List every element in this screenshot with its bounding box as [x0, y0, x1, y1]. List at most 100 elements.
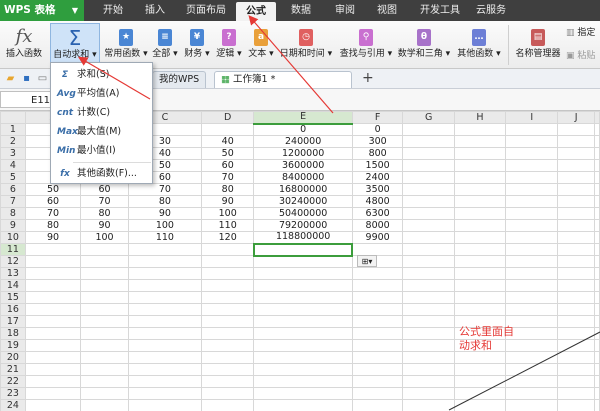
cell[interactable]	[402, 351, 455, 364]
cell[interactable]	[351, 291, 404, 304]
cell[interactable]	[127, 315, 202, 328]
cell[interactable]	[402, 279, 455, 292]
cell[interactable]	[80, 351, 129, 364]
cell[interactable]	[24, 303, 82, 316]
cell[interactable]	[253, 375, 353, 388]
row-header[interactable]: 17	[0, 315, 26, 328]
cell[interactable]	[453, 267, 507, 280]
cell[interactable]: 80	[127, 195, 202, 208]
cell[interactable]	[351, 363, 404, 376]
tab-page-layout[interactable]: 页面布局	[178, 0, 234, 21]
cell[interactable]	[557, 303, 595, 316]
row-header[interactable]: 22	[0, 375, 26, 388]
cell[interactable]	[594, 123, 600, 136]
print-icon[interactable]: ▭	[36, 72, 49, 85]
cell[interactable]	[24, 399, 82, 411]
cell[interactable]	[253, 303, 353, 316]
cell[interactable]	[402, 183, 455, 196]
column-header[interactable]: E	[253, 111, 353, 125]
cell[interactable]	[200, 291, 255, 304]
cell[interactable]	[594, 315, 600, 328]
cell[interactable]	[594, 351, 600, 364]
cell[interactable]: 50400000	[253, 207, 353, 220]
column-header[interactable]: I	[505, 111, 559, 124]
column-header[interactable]: H	[453, 111, 507, 124]
cell[interactable]	[505, 207, 559, 220]
cell[interactable]	[557, 267, 595, 280]
cell[interactable]	[200, 303, 255, 316]
cell[interactable]	[402, 219, 455, 232]
cell[interactable]	[557, 159, 595, 172]
row-header[interactable]: 3	[0, 147, 26, 160]
cell[interactable]	[127, 327, 202, 340]
cell[interactable]	[594, 183, 600, 196]
cell[interactable]	[252, 242, 354, 257]
cell[interactable]	[594, 195, 600, 208]
row-header[interactable]: 9	[0, 219, 26, 232]
name-manager-button[interactable]: ▤ 名称管理器	[512, 23, 564, 60]
cell[interactable]	[594, 171, 600, 184]
finance-functions-button[interactable]: ¥ 财务 ▾	[182, 23, 212, 60]
cell[interactable]	[505, 123, 559, 136]
cell[interactable]	[253, 327, 353, 340]
cell[interactable]	[505, 279, 559, 292]
text-functions-button[interactable]: a 文本 ▾	[246, 23, 276, 60]
cell[interactable]	[402, 255, 455, 268]
cell[interactable]	[402, 363, 455, 376]
cell[interactable]	[594, 375, 600, 388]
cell[interactable]: 40	[200, 135, 255, 148]
row-header[interactable]: 13	[0, 267, 26, 280]
column-header[interactable]	[594, 111, 600, 124]
save-icon[interactable]: ▪	[20, 72, 33, 85]
cell[interactable]	[594, 387, 600, 400]
cell[interactable]	[351, 303, 404, 316]
cell[interactable]: 0	[253, 123, 353, 136]
add-tab-icon[interactable]: +	[362, 70, 374, 87]
cell[interactable]	[453, 147, 507, 160]
cell[interactable]	[594, 279, 600, 292]
cell[interactable]	[505, 147, 559, 160]
cell[interactable]	[80, 303, 129, 316]
cell[interactable]	[505, 183, 559, 196]
cell[interactable]	[402, 327, 455, 340]
cell[interactable]	[80, 279, 129, 292]
row-header[interactable]: 14	[0, 279, 26, 292]
tab-data[interactable]: 数据	[284, 0, 318, 21]
cell[interactable]	[402, 123, 455, 136]
cell[interactable]	[24, 363, 82, 376]
cell[interactable]	[557, 195, 595, 208]
cell[interactable]: 70	[200, 171, 255, 184]
cell[interactable]	[505, 231, 559, 244]
cell[interactable]	[557, 171, 595, 184]
cell[interactable]	[200, 243, 255, 256]
row-header[interactable]: 16	[0, 303, 26, 316]
cell[interactable]	[594, 219, 600, 232]
cell[interactable]	[402, 303, 455, 316]
column-header[interactable]: G	[402, 111, 455, 124]
cell[interactable]	[505, 243, 559, 256]
cell[interactable]: 90	[24, 231, 82, 244]
cell[interactable]	[453, 387, 507, 400]
cell[interactable]	[453, 123, 507, 136]
cell[interactable]	[594, 267, 600, 280]
cell[interactable]	[200, 279, 255, 292]
cell[interactable]	[24, 279, 82, 292]
cell[interactable]: 118800000	[253, 231, 353, 244]
row-header[interactable]: 23	[0, 387, 26, 400]
cell[interactable]	[402, 231, 455, 244]
cell[interactable]	[351, 399, 404, 411]
column-header[interactable]: F	[351, 111, 404, 124]
cell[interactable]: 70	[24, 207, 82, 220]
row-header[interactable]: 11	[0, 243, 26, 256]
math-functions-button[interactable]: θ 数学和三角 ▾	[396, 23, 452, 60]
cell[interactable]	[200, 387, 255, 400]
row-header[interactable]: 24	[0, 399, 26, 411]
cell[interactable]: 90	[200, 195, 255, 208]
cell[interactable]	[351, 279, 404, 292]
paste-button[interactable]: ▣ 粘贴	[566, 48, 600, 61]
cell[interactable]	[200, 339, 255, 352]
cell[interactable]	[351, 315, 404, 328]
cell[interactable]: 4800	[351, 195, 404, 208]
tab-cloud[interactable]: 云服务	[470, 0, 512, 21]
cell[interactable]: 1500	[351, 159, 404, 172]
